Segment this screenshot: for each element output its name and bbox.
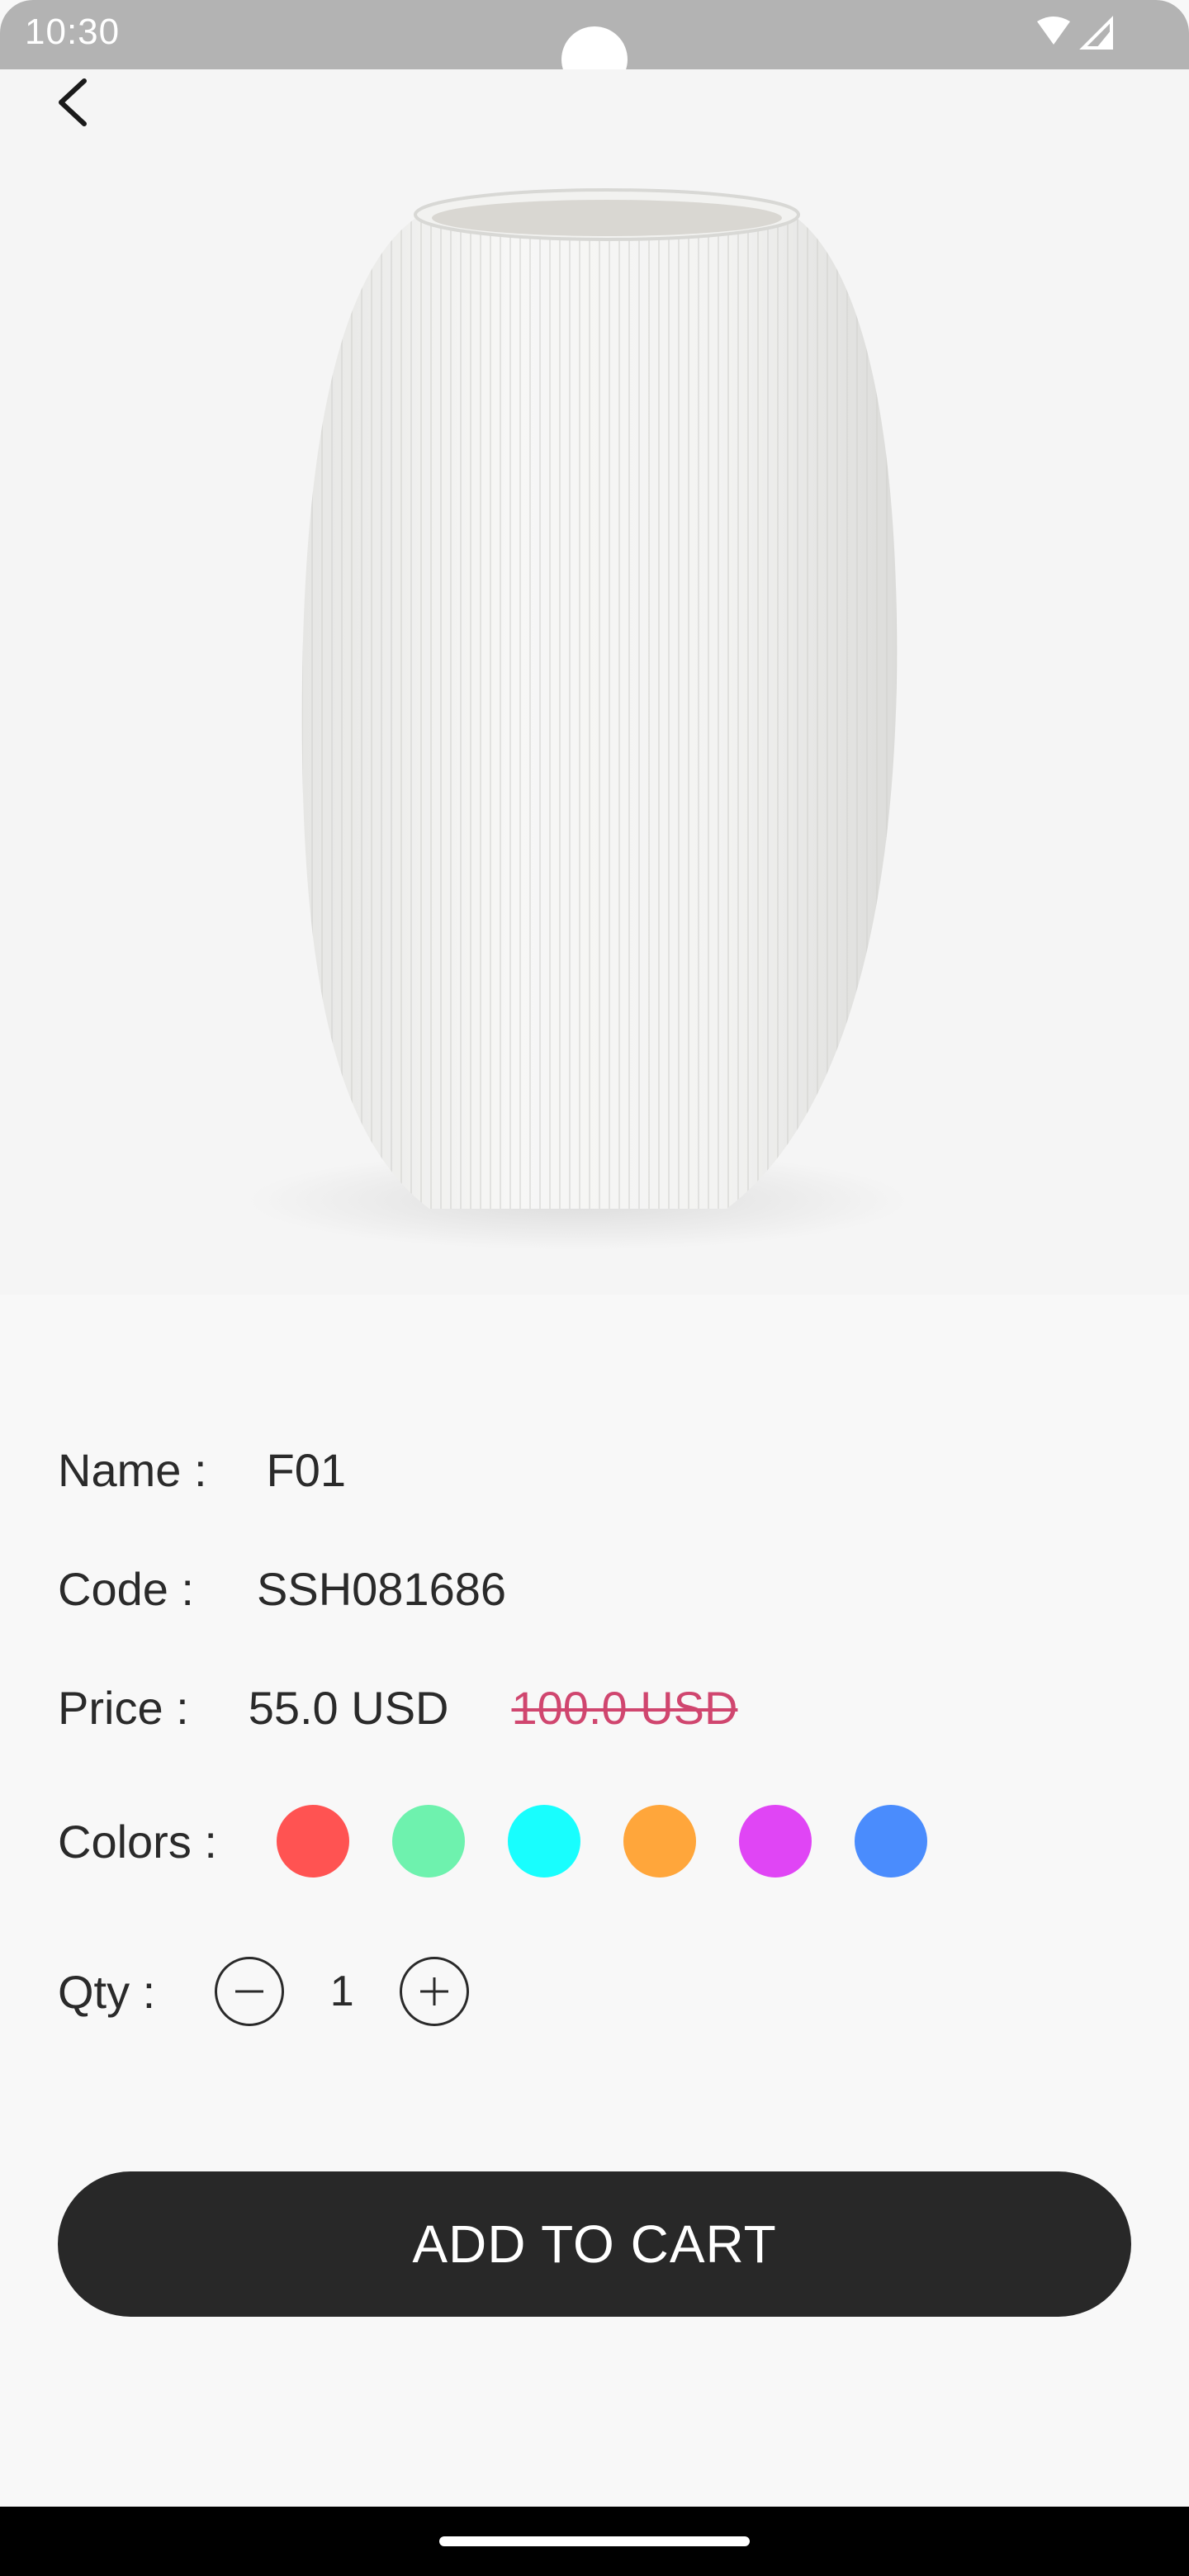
code-value: SSH081686 xyxy=(257,1562,507,1615)
status-time: 10:30 xyxy=(25,12,121,52)
increase-qty-button[interactable] xyxy=(400,1957,470,2026)
code-row: Code : SSH081686 xyxy=(58,1556,506,1622)
name-label: Name : xyxy=(58,1443,207,1496)
price-label: Price : xyxy=(58,1681,189,1734)
colors-label: Colors : xyxy=(58,1815,217,1868)
color-swatch-blue[interactable] xyxy=(854,1805,927,1878)
chevron-left-icon xyxy=(59,78,87,126)
color-swatches xyxy=(276,1805,927,1878)
price-value: 55.0 USD xyxy=(248,1681,449,1734)
name-row: Name : F01 xyxy=(58,1437,346,1503)
system-nav-bar xyxy=(0,2507,1189,2576)
back-button[interactable] xyxy=(41,69,107,135)
color-swatch-red[interactable] xyxy=(276,1805,349,1878)
name-value: F01 xyxy=(266,1443,347,1496)
product-image xyxy=(0,69,1189,1295)
old-price-value: 100.0 USD xyxy=(511,1681,738,1734)
minus-icon xyxy=(235,1990,264,1993)
status-icons xyxy=(1037,16,1113,50)
decrease-qty-button[interactable] xyxy=(215,1957,285,2026)
color-swatch-magenta[interactable] xyxy=(738,1805,812,1878)
vase-illustration xyxy=(248,188,908,1250)
qty-value: 1 xyxy=(329,1968,354,2015)
home-indicator[interactable] xyxy=(439,2536,750,2546)
color-swatch-orange[interactable] xyxy=(623,1805,696,1878)
color-swatch-cyan[interactable] xyxy=(507,1805,580,1878)
add-to-cart-button[interactable]: ADD TO CART xyxy=(58,2171,1131,2317)
wifi-icon xyxy=(1037,17,1070,45)
colors-row: Colors : xyxy=(58,1800,927,1882)
color-swatch-green[interactable] xyxy=(391,1805,465,1878)
qty-label: Qty : xyxy=(58,1965,156,2018)
price-row: Price : 55.0 USD 100.0 USD xyxy=(58,1674,737,1740)
qty-row: Qty : 1 xyxy=(58,1952,470,2031)
code-label: Code : xyxy=(58,1562,194,1615)
plus-icon xyxy=(420,1977,449,2005)
